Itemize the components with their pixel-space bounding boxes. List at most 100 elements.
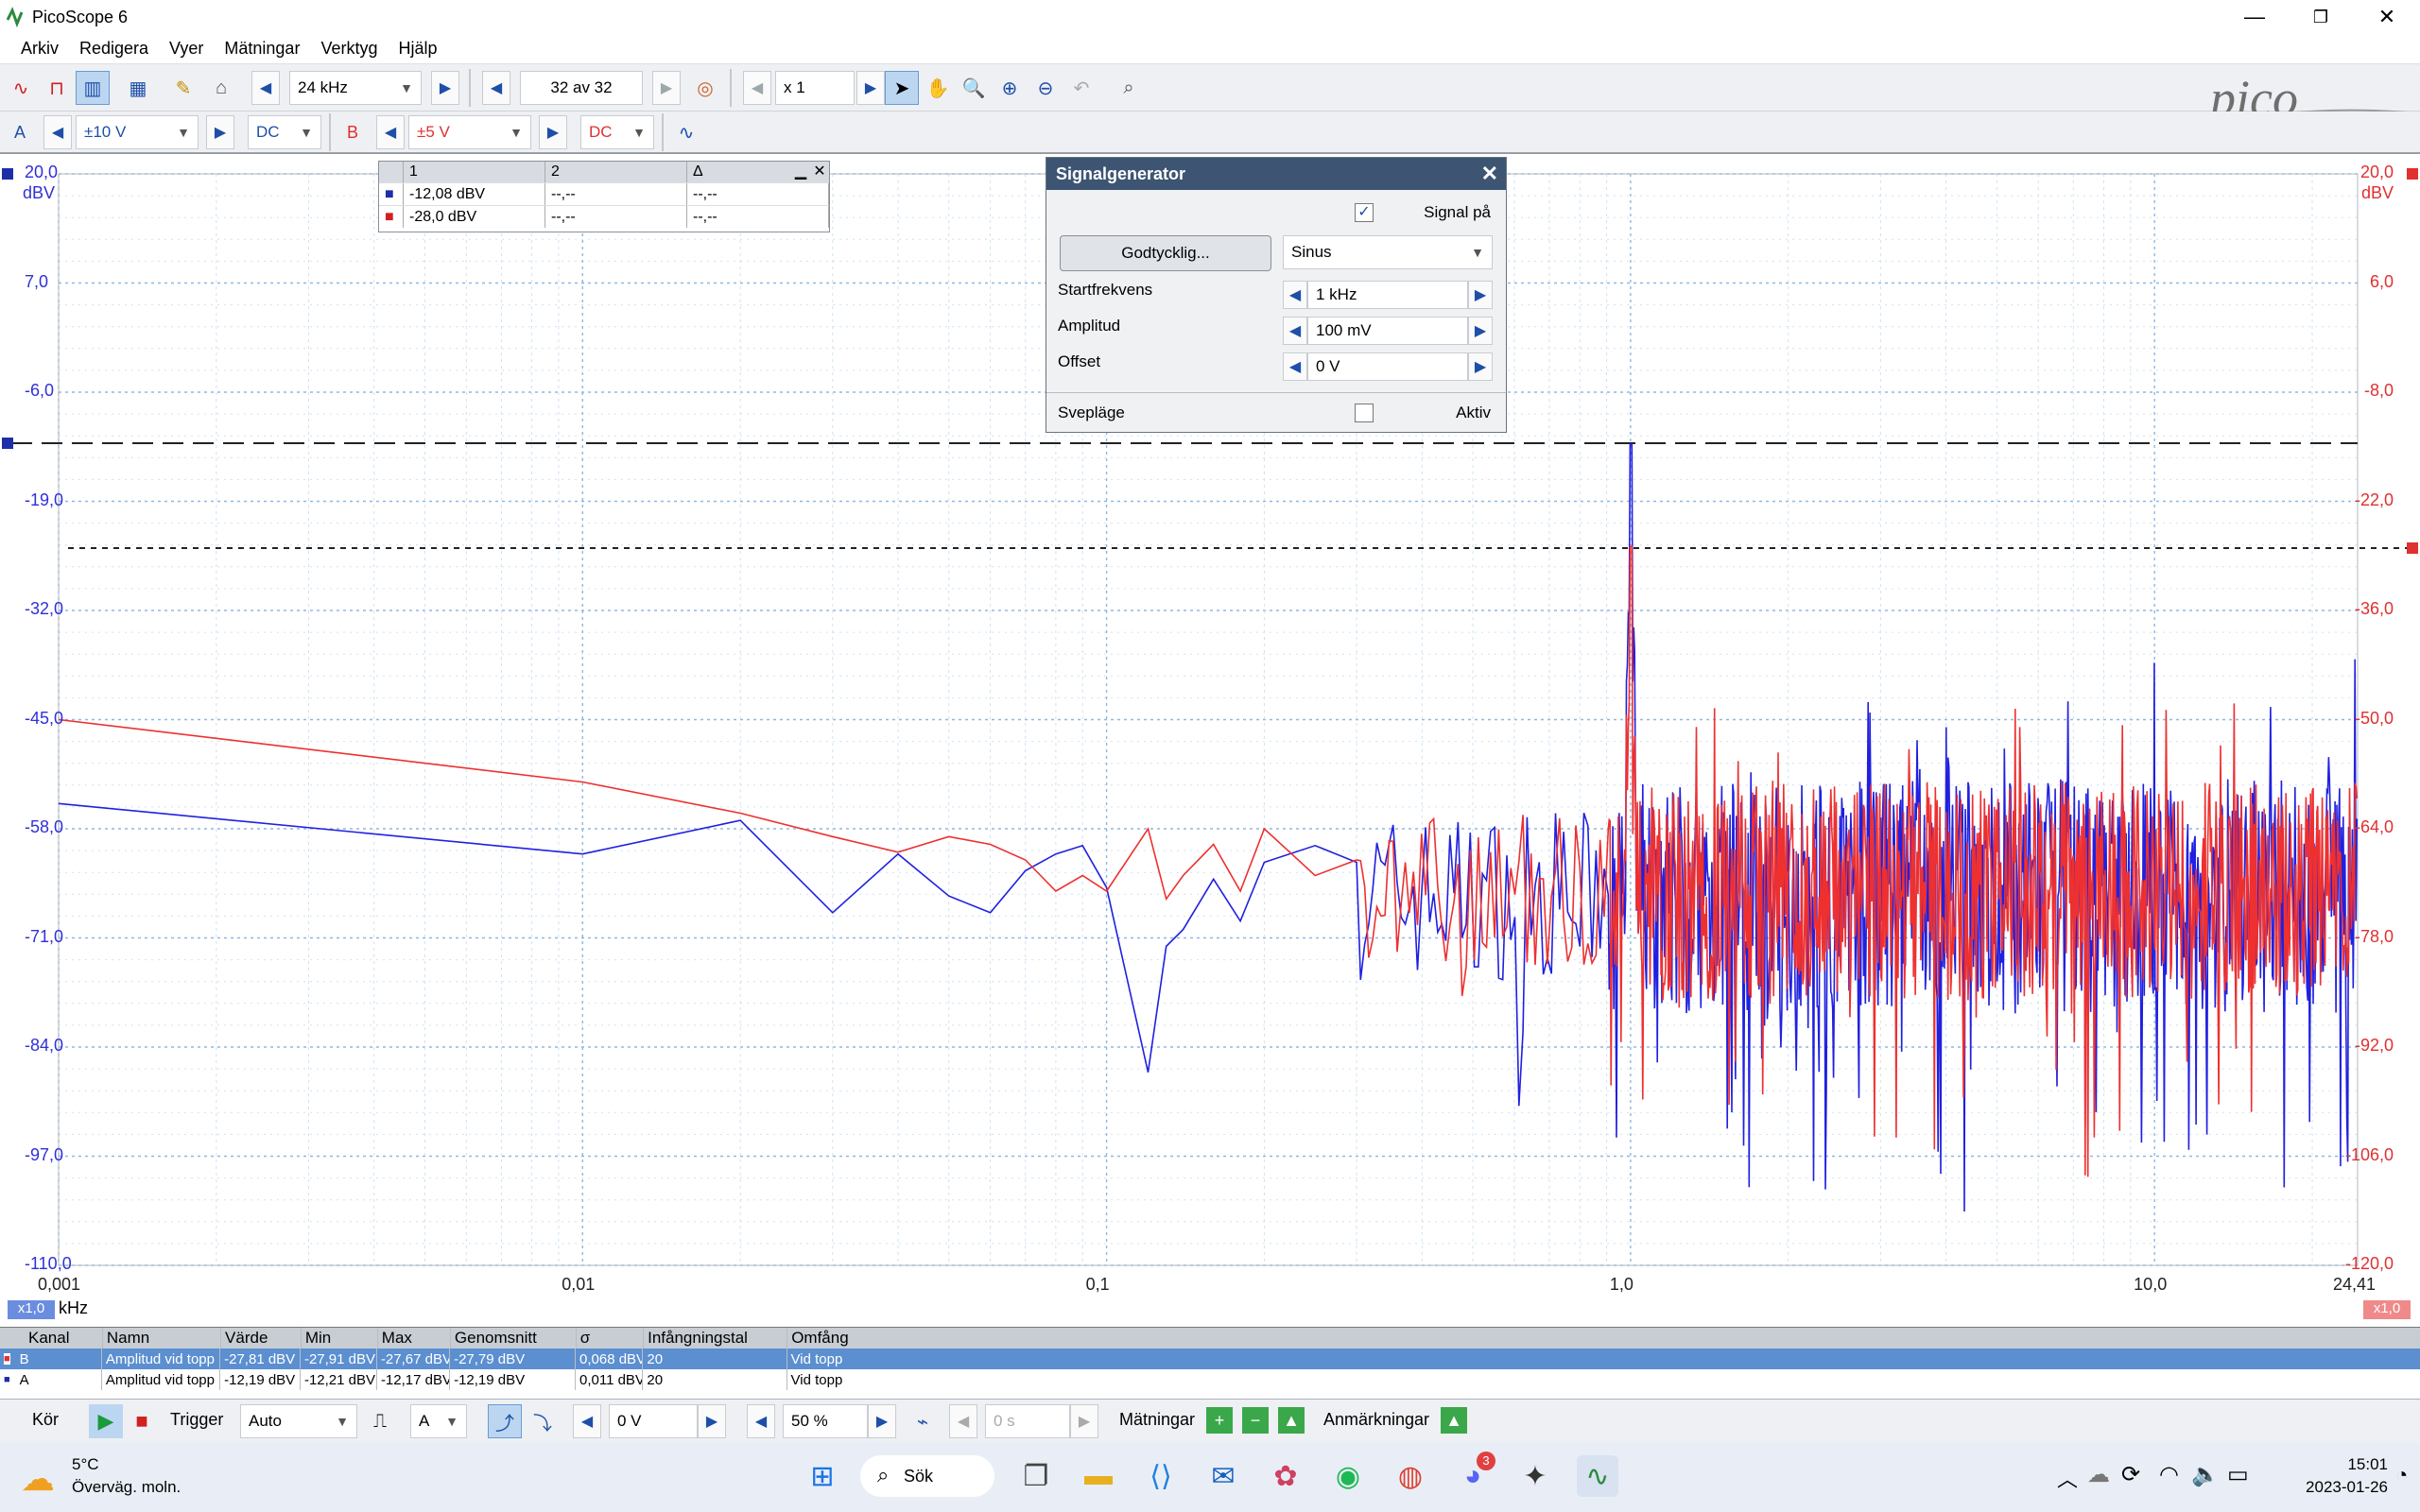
- compass-icon[interactable]: ◎: [688, 71, 722, 105]
- battery-icon[interactable]: ▭: [2227, 1461, 2249, 1488]
- right-scale-badge[interactable]: x1,0: [2363, 1300, 2411, 1319]
- rising-edge-icon[interactable]: ⤴: [488, 1404, 522, 1438]
- amplitude-increase[interactable]: ▶: [1468, 317, 1493, 345]
- close-icon[interactable]: ✕: [810, 162, 829, 182]
- left-scale-badge[interactable]: x1,0: [8, 1300, 55, 1319]
- taskbar-search[interactable]: ⌕ Sök: [860, 1455, 994, 1497]
- delay-increase[interactable]: ▶: [1070, 1404, 1098, 1438]
- trigger-level-decrease[interactable]: ◀: [573, 1404, 601, 1438]
- pretrigger-input[interactable]: 50 %: [783, 1404, 868, 1438]
- restore-button[interactable]: ❐: [2288, 0, 2354, 34]
- undo-zoom-icon[interactable]: ↶: [1064, 71, 1098, 105]
- offset-input[interactable]: 0 V: [1307, 352, 1468, 381]
- capture-next-button[interactable]: ▶: [652, 71, 681, 105]
- amplitude-input[interactable]: 100 mV: [1307, 317, 1468, 345]
- start-frequency-input[interactable]: 1 kHz: [1307, 281, 1468, 309]
- chevron-up-icon[interactable]: ︿: [2057, 1463, 2078, 1493]
- sweep-active-checkbox[interactable]: [1355, 404, 1374, 422]
- zoom-factor[interactable]: x 1: [775, 71, 855, 105]
- trigger-level-input[interactable]: 0 V: [609, 1404, 698, 1438]
- file-explorer-icon[interactable]: ▬: [1078, 1455, 1119, 1497]
- clock-date[interactable]: 2023-01-26: [2280, 1478, 2388, 1497]
- menu-vyer[interactable]: Vyer: [169, 39, 203, 59]
- select-cursor-icon[interactable]: ➤: [885, 71, 919, 105]
- wifi-icon[interactable]: ◠: [2159, 1461, 2179, 1488]
- math-channel-icon[interactable]: ∿: [669, 115, 703, 149]
- minimize-icon[interactable]: ▁: [791, 162, 810, 182]
- home-icon[interactable]: ⌂: [204, 71, 238, 105]
- outlook-icon[interactable]: ✉: [1202, 1455, 1244, 1497]
- zoom-overview-icon[interactable]: ⌕: [1112, 71, 1146, 105]
- bandwidth-select[interactable]: 24 kHz ▼: [289, 71, 422, 105]
- pretrigger-increase[interactable]: ▶: [868, 1404, 896, 1438]
- task-view-icon[interactable]: ❐: [1015, 1455, 1057, 1497]
- channel-b-range-select[interactable]: ±5 V ▼: [408, 115, 531, 149]
- pretrigger-decrease[interactable]: ◀: [747, 1404, 775, 1438]
- close-button[interactable]: ✕: [2354, 0, 2420, 34]
- channel-a-coupling-select[interactable]: DC ▼: [248, 115, 321, 149]
- app-icon[interactable]: ✿: [1265, 1455, 1306, 1497]
- bandwidth-prev-button[interactable]: ◀: [251, 71, 280, 105]
- cloud-icon[interactable]: ☁: [2087, 1461, 2110, 1488]
- edit-measurement-icon[interactable]: −: [1242, 1407, 1269, 1434]
- delay-icon[interactable]: ⌁: [906, 1404, 940, 1438]
- channel-a-range-prev[interactable]: ◀: [43, 115, 72, 149]
- menu-matningar[interactable]: Mätningar: [224, 39, 300, 59]
- persistence-mode-icon[interactable]: ⊓: [40, 71, 74, 105]
- trigger-level-increase[interactable]: ▶: [698, 1404, 726, 1438]
- channel-b-coupling-select[interactable]: DC ▼: [580, 115, 654, 149]
- vscode-icon[interactable]: ⟨⟩: [1140, 1455, 1182, 1497]
- start-frequency-decrease[interactable]: ◀: [1283, 281, 1307, 309]
- weather-icon[interactable]: ☁: [21, 1459, 55, 1499]
- trigger-mode-select[interactable]: Auto ▼: [240, 1404, 357, 1438]
- measurement-row-b[interactable]: ■ B Amplitud vid topp -27,81 dBV -27,91 d…: [0, 1349, 2420, 1369]
- volume-icon[interactable]: 🔈: [2191, 1461, 2220, 1488]
- waveform-select[interactable]: Sinus ▼: [1283, 235, 1493, 269]
- clock-time[interactable]: 15:01: [2312, 1455, 2388, 1474]
- minimize-button[interactable]: —: [2221, 0, 2288, 34]
- spectrum-options-icon[interactable]: ▦: [121, 71, 155, 105]
- play-icon[interactable]: ▶: [89, 1404, 123, 1438]
- measurement-row-a[interactable]: ■ A Amplitud vid topp -12,19 dBV -12,21 d…: [0, 1369, 2420, 1390]
- windows-start-icon[interactable]: ⊞: [802, 1455, 843, 1497]
- delay-decrease[interactable]: ◀: [949, 1404, 977, 1438]
- falling-edge-icon[interactable]: ⤵: [526, 1404, 560, 1438]
- inkscape-icon[interactable]: ✦: [1514, 1455, 1556, 1497]
- close-icon[interactable]: ✕: [1481, 162, 1498, 186]
- sync-icon[interactable]: ⟳: [2121, 1461, 2140, 1488]
- probe-icon[interactable]: ✎: [166, 71, 200, 105]
- picoscope-taskbar-icon[interactable]: ∿: [1577, 1455, 1618, 1497]
- menu-arkiv[interactable]: Arkiv: [21, 39, 59, 59]
- bandwidth-next-button[interactable]: ▶: [431, 71, 459, 105]
- spectrum-mode-icon[interactable]: ▥: [76, 71, 110, 105]
- zoom-out-icon[interactable]: ⊖: [1028, 71, 1063, 105]
- trigger-settings-icon[interactable]: ⎍: [363, 1404, 397, 1438]
- add-measurement-icon[interactable]: +: [1206, 1407, 1233, 1434]
- zoom-area-icon[interactable]: 🔍: [957, 71, 991, 105]
- trigger-channel-select[interactable]: A ▼: [410, 1404, 467, 1438]
- channel-a-range-next[interactable]: ▶: [206, 115, 234, 149]
- channel-b-range-next[interactable]: ▶: [539, 115, 567, 149]
- delay-input[interactable]: 0 s: [985, 1404, 1070, 1438]
- remove-measurement-icon[interactable]: ▲: [1278, 1407, 1305, 1434]
- notes-toggle-icon[interactable]: ▲: [1441, 1407, 1467, 1434]
- channel-a-range-select[interactable]: ±10 V ▼: [76, 115, 199, 149]
- hand-tool-icon[interactable]: ✋: [921, 71, 955, 105]
- stop-icon[interactable]: ■: [125, 1404, 159, 1438]
- offset-increase[interactable]: ▶: [1468, 352, 1493, 381]
- weather-temp[interactable]: 5°C: [72, 1455, 99, 1474]
- menu-hjalp[interactable]: Hjälp: [398, 39, 437, 59]
- start-frequency-increase[interactable]: ▶: [1468, 281, 1493, 309]
- menu-redigera[interactable]: Redigera: [79, 39, 148, 59]
- spotify-icon[interactable]: ◉: [1327, 1455, 1369, 1497]
- zoom-next-button[interactable]: ▶: [856, 71, 885, 105]
- capture-prev-button[interactable]: ◀: [482, 71, 510, 105]
- weather-text[interactable]: Överväg. moln.: [72, 1478, 181, 1497]
- arbitrary-button[interactable]: Godtycklig...: [1060, 235, 1271, 271]
- channel-b-button[interactable]: B: [337, 117, 369, 147]
- channel-b-range-prev[interactable]: ◀: [376, 115, 405, 149]
- menu-verktyg[interactable]: Verktyg: [320, 39, 377, 59]
- zoom-prev-button[interactable]: ◀: [743, 71, 771, 105]
- signal-on-checkbox[interactable]: ✓: [1355, 203, 1374, 222]
- channel-a-button[interactable]: A: [4, 117, 36, 147]
